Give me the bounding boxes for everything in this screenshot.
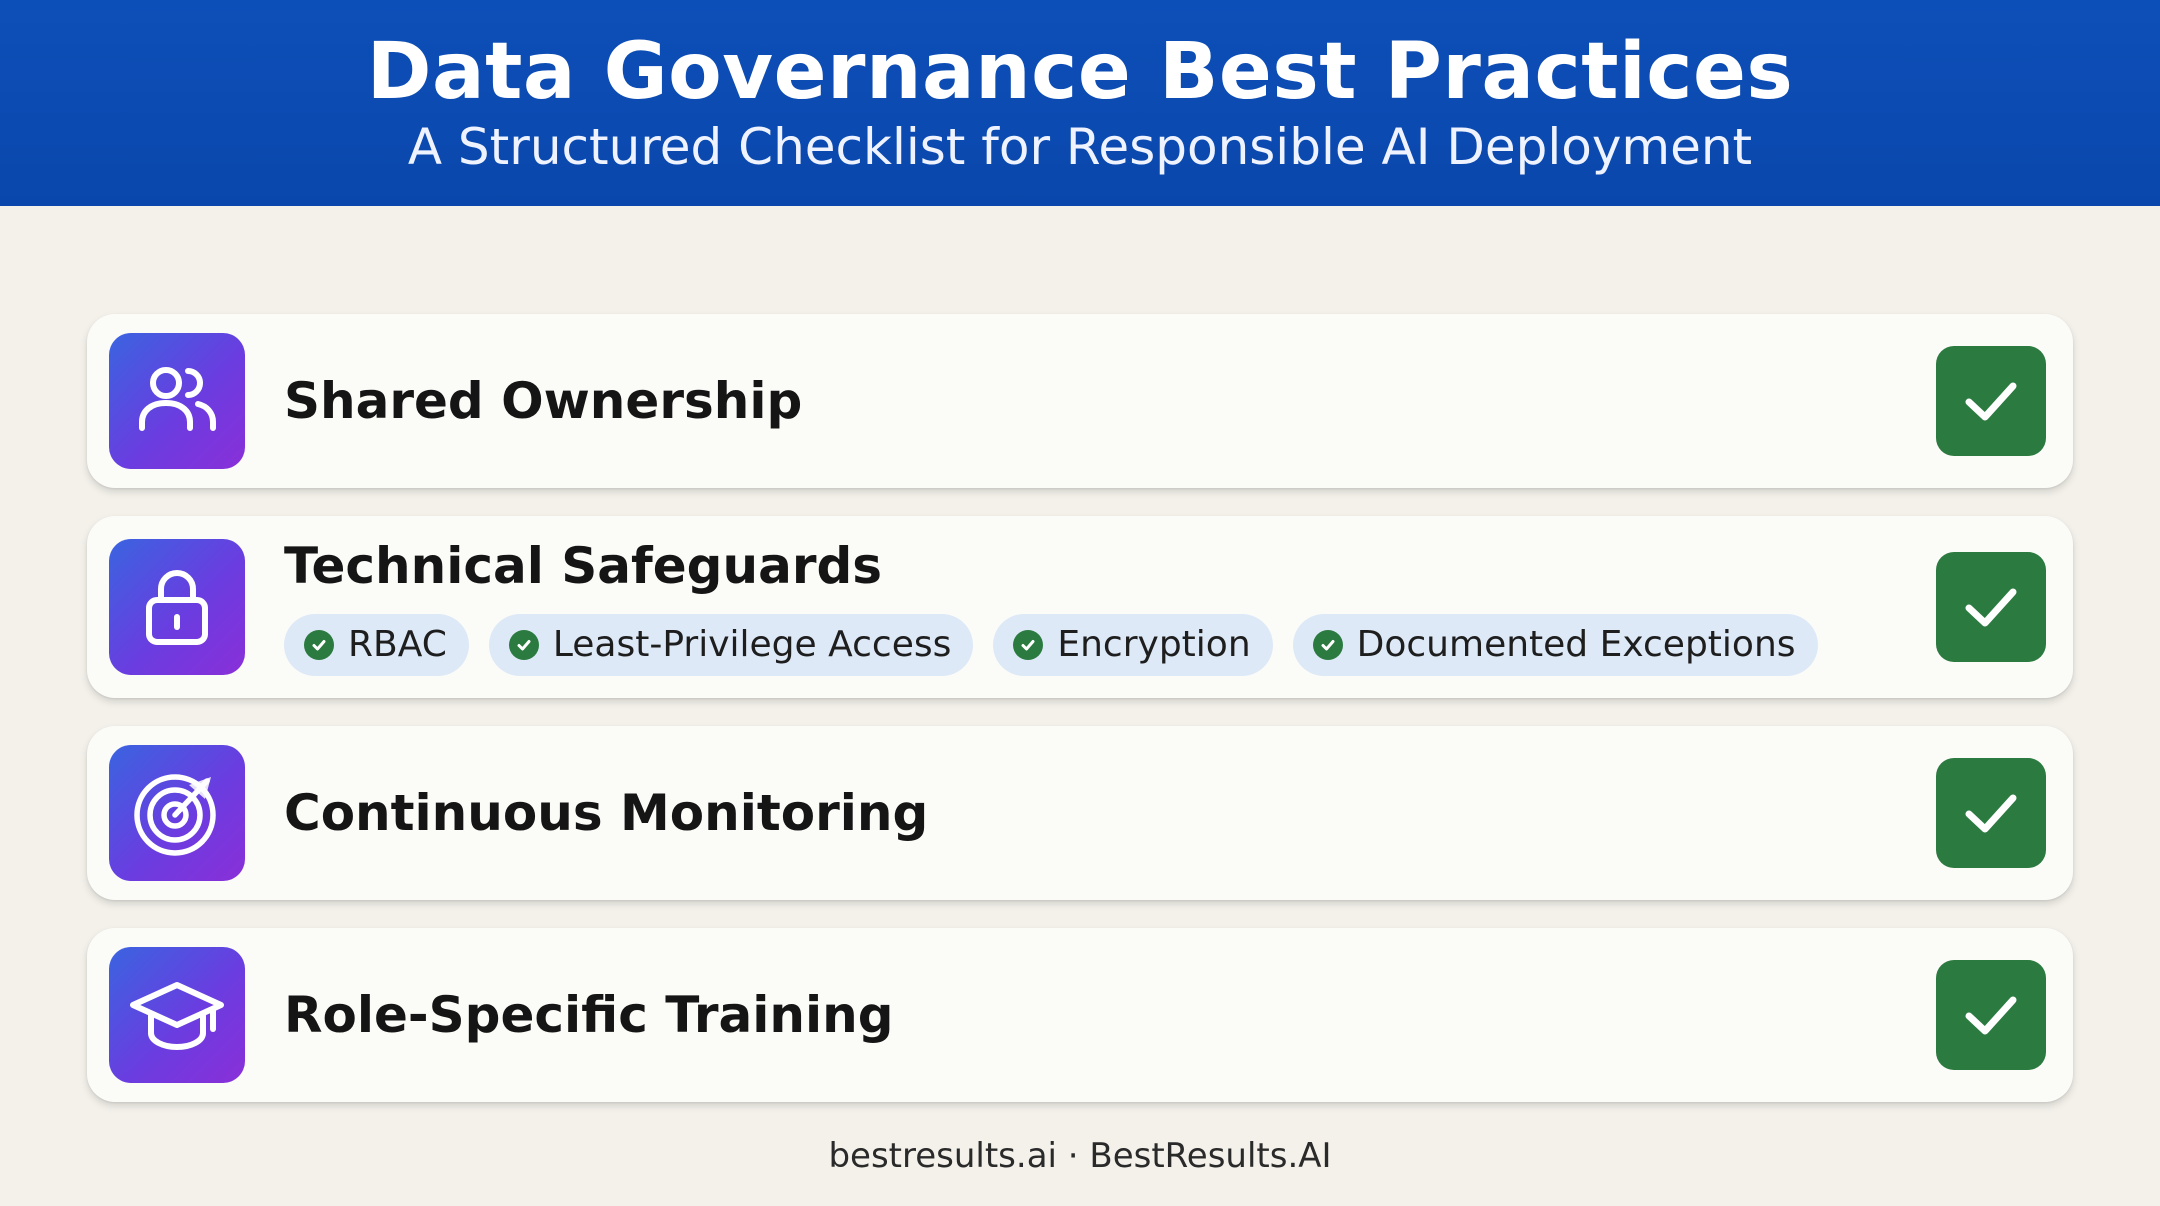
check-circle-icon [1312, 630, 1343, 660]
checkmark-icon [1936, 960, 2046, 1070]
checklist-item-shared-ownership: Shared Ownership [87, 314, 2073, 488]
chip-least-privilege-access: Least-Privilege Access [488, 614, 974, 676]
lock-icon [109, 539, 245, 675]
footer-credit: bestresults.ai · BestResults.AI [828, 1136, 1332, 1176]
page-title: Data Governance Best Practices [366, 27, 1794, 117]
chip-label: RBAC [348, 624, 447, 665]
chip-encryption: Encryption [993, 614, 1273, 676]
chip-label: Documented Exceptions [1356, 624, 1796, 665]
radar-icon [109, 745, 245, 881]
checklist-item-continuous-monitoring: Continuous Monitoring [87, 726, 2073, 900]
safeguard-chips: RBAC Least-Privilege Access Encryption D… [284, 614, 1818, 676]
graduation-cap-icon [109, 947, 245, 1083]
checklist-item-title: Role-Specific Training [284, 986, 894, 1044]
chip-label: Encryption [1057, 624, 1251, 665]
chip-rbac: RBAC [284, 614, 469, 676]
checklist-item-title: Continuous Monitoring [284, 784, 929, 842]
checklist-item-title: Technical Safeguards [284, 537, 883, 595]
users-icon [109, 333, 245, 469]
check-circle-icon [304, 630, 334, 660]
check-circle-icon [508, 630, 539, 660]
checklist-item-title: Shared Ownership [284, 372, 803, 430]
checklist-item-technical-safeguards: Technical Safeguards RBAC Least-Privileg… [87, 516, 2073, 698]
chip-label: Least-Privilege Access [552, 624, 952, 665]
check-circle-icon [1013, 630, 1044, 660]
chip-documented-exceptions: Documented Exceptions [1292, 614, 1818, 676]
checklist-item-role-specific-training: Role-Specific Training [87, 928, 2073, 1102]
page-subtitle: A Structured Checklist for Responsible A… [407, 118, 1753, 176]
checkmark-icon [1936, 346, 2046, 456]
checkmark-icon [1936, 758, 2046, 868]
checkmark-icon [1936, 552, 2046, 662]
header-banner: Data Governance Best Practices A Structu… [0, 0, 2160, 206]
